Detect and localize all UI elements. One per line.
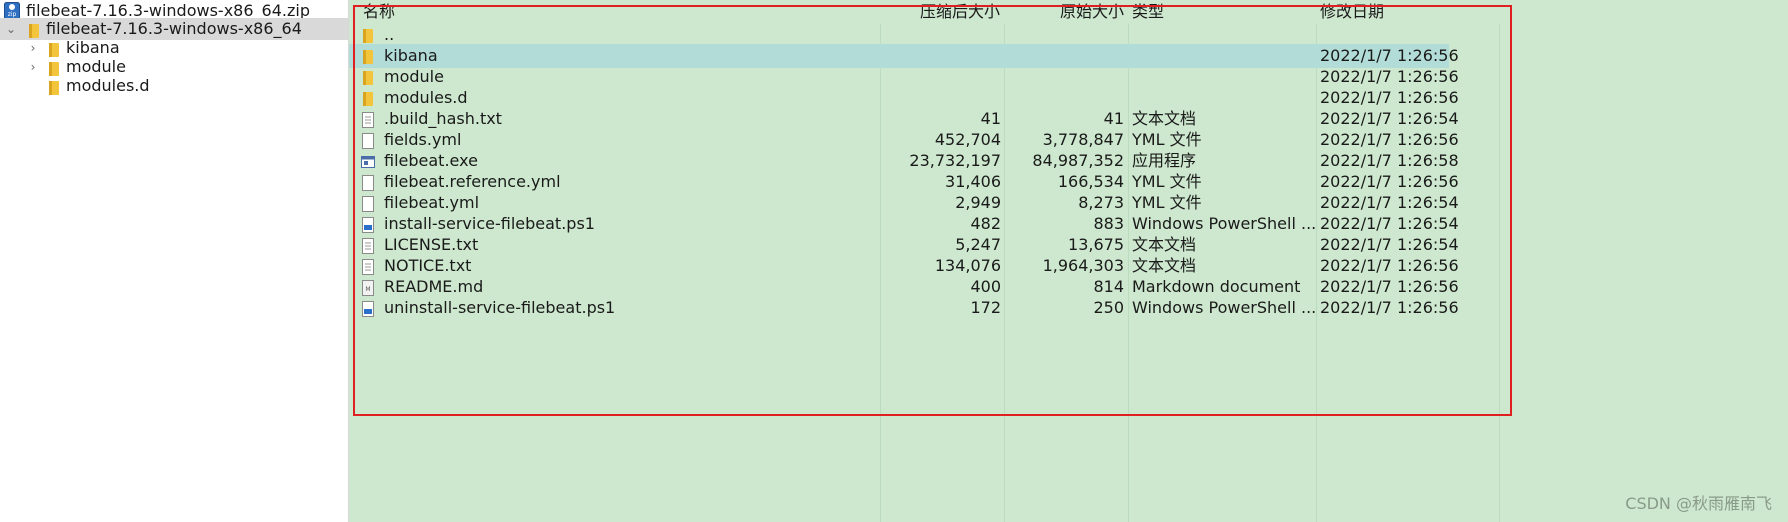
tree-item-root-folder[interactable]: ⌄ filebeat-7.16.3-windows-x86_64	[0, 18, 348, 40]
highlight-box	[353, 5, 1512, 416]
folder-icon	[48, 41, 60, 57]
folder-tree-pane: zip filebeat-7.16.3-windows-x86_64.zip ⌄…	[0, 0, 349, 522]
folder-icon	[28, 22, 40, 38]
svg-text:zip: zip	[8, 11, 17, 18]
tree-item-modules-d-label: modules.d	[66, 76, 150, 95]
chevron-right-icon[interactable]: ›	[26, 56, 40, 78]
folder-icon	[48, 79, 60, 95]
folder-icon	[48, 60, 60, 76]
chevron-down-icon[interactable]: ⌄	[4, 18, 18, 40]
watermark: CSDN @秋雨雁南飞	[1625, 494, 1772, 513]
